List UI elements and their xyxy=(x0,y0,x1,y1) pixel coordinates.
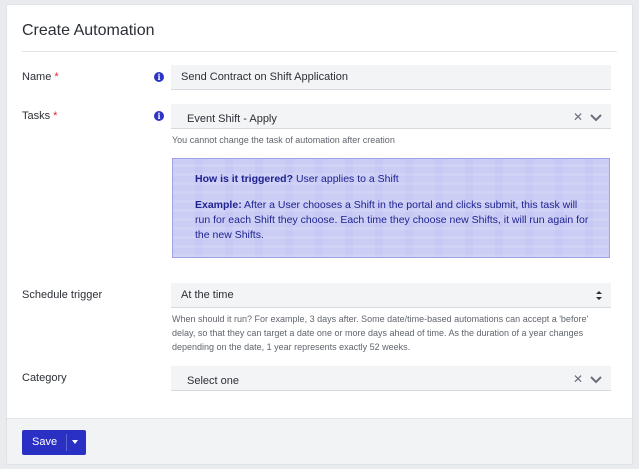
chevron-down-icon[interactable] xyxy=(589,374,603,384)
example-text: After a User chooses a Shift in the port… xyxy=(195,199,589,241)
required-mark: * xyxy=(54,71,59,83)
select-arrows-icon[interactable] xyxy=(595,290,603,301)
trigger-text: User applies to a Shift xyxy=(295,173,399,185)
save-button-label: Save xyxy=(32,436,58,448)
save-button[interactable]: Save xyxy=(22,430,86,455)
clear-icon[interactable]: ✕ xyxy=(573,372,583,386)
create-automation-dialog: Create Automation Name * i Send Contract … xyxy=(6,4,633,465)
schedule-trigger-label: Schedule trigger xyxy=(22,289,103,301)
name-input[interactable]: Send Contract on Shift Application xyxy=(171,65,611,90)
category-select-value: Select one xyxy=(187,375,239,387)
chevron-down-icon[interactable] xyxy=(589,112,603,122)
tasks-select[interactable]: Event Shift - Apply ✕ xyxy=(171,104,611,129)
name-label: Name * xyxy=(22,71,59,83)
tasks-label: Tasks * xyxy=(22,110,58,122)
name-input-value: Send Contract on Shift Application xyxy=(181,71,348,83)
trigger-heading: How is it triggered? xyxy=(195,173,294,185)
title-divider xyxy=(22,51,617,52)
schedule-trigger-select[interactable]: At the time xyxy=(171,283,611,308)
schedule-trigger-help-text: When should it run? For example, 3 days … xyxy=(172,314,589,352)
caret-down-icon[interactable] xyxy=(72,440,78,444)
tasks-help-text: You cannot change the task of automation… xyxy=(172,135,395,145)
tasks-select-value: Event Shift - Apply xyxy=(187,113,277,125)
dialog-title: Create Automation xyxy=(22,22,155,39)
trigger-info-callout: How is it triggered? User applies to a S… xyxy=(172,158,610,258)
schedule-trigger-value: At the time xyxy=(181,289,234,301)
clear-icon[interactable]: ✕ xyxy=(573,110,583,124)
required-mark: * xyxy=(53,110,58,122)
dialog-footer: Save xyxy=(7,418,632,464)
category-select[interactable]: Select one ✕ xyxy=(171,366,611,391)
info-icon[interactable]: i xyxy=(154,72,164,82)
info-icon[interactable]: i xyxy=(154,111,164,121)
split-divider xyxy=(66,434,67,451)
example-heading: Example: xyxy=(195,199,242,211)
category-label: Category xyxy=(22,372,67,384)
